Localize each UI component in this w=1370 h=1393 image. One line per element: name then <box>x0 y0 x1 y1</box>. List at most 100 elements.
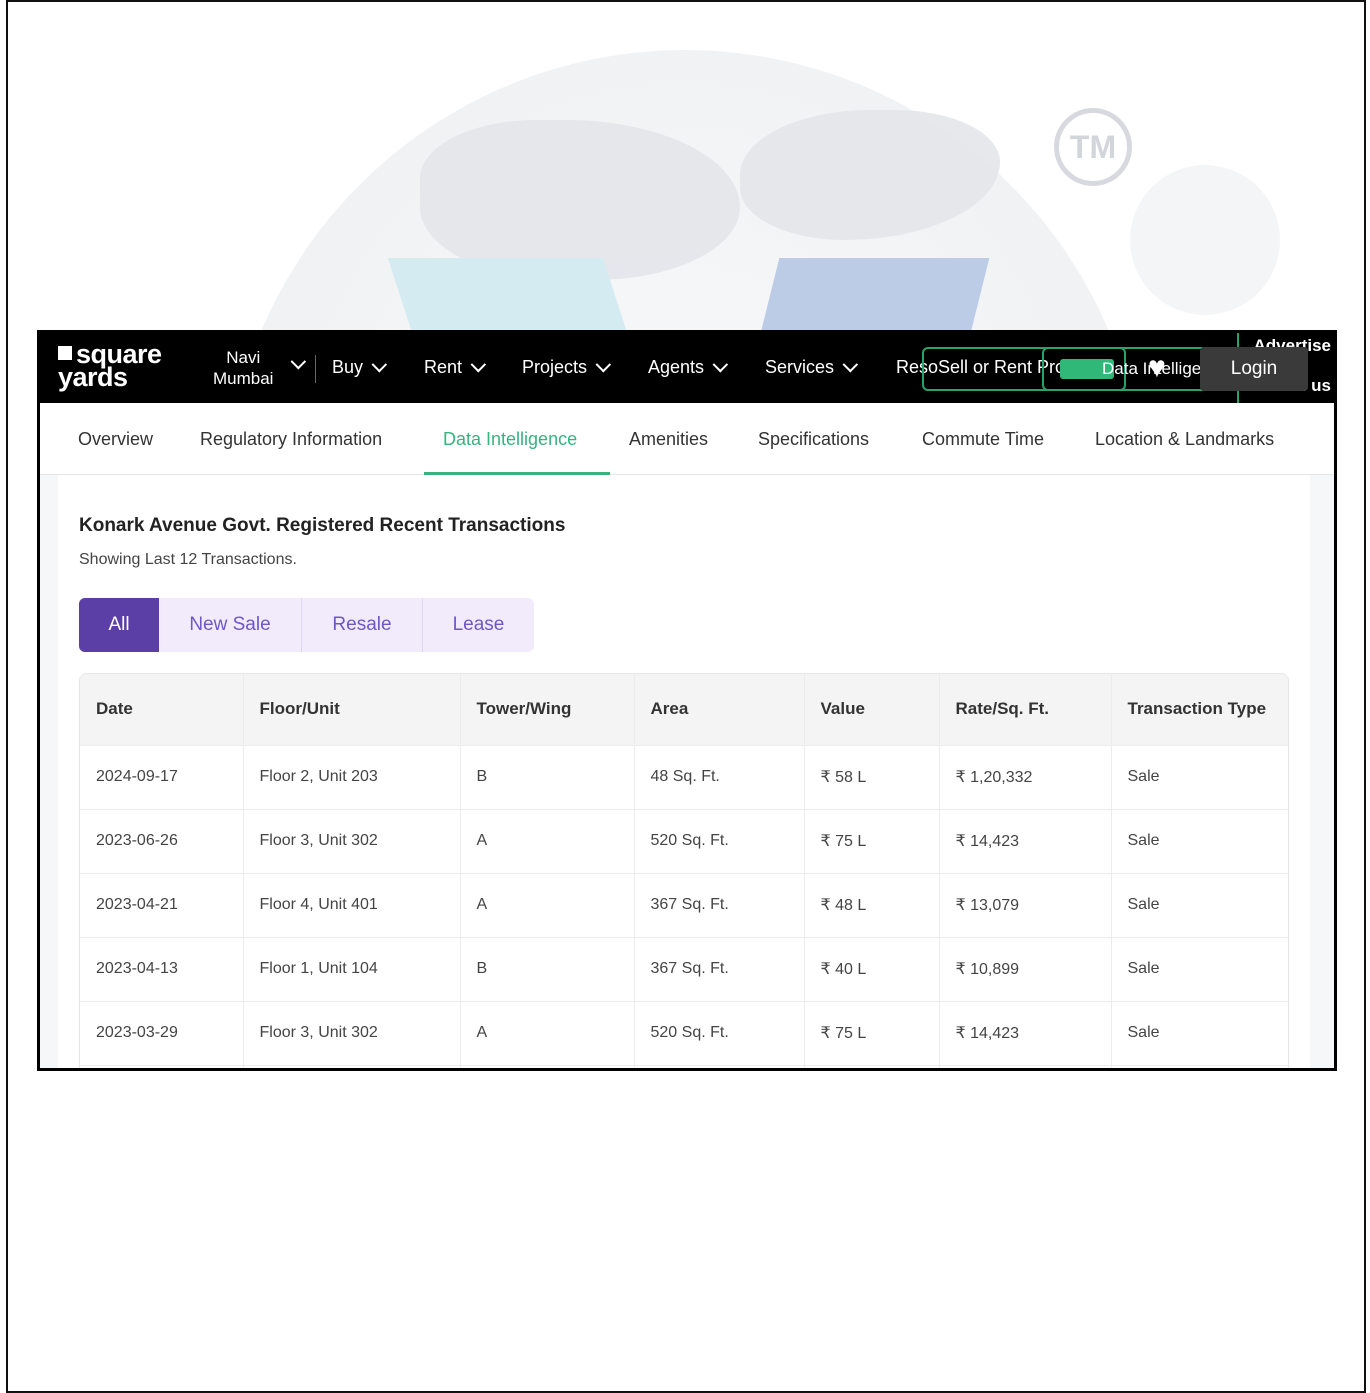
column-header: Tower/Wing <box>460 674 635 746</box>
transactions-title: Konark Avenue Govt. Registered Recent Tr… <box>79 515 566 536</box>
cell-tower-wing: A <box>460 873 635 938</box>
tab-regulatory-information[interactable]: Regulatory Information <box>200 429 382 450</box>
table-row: 2023-04-13 Floor 1, Unit 104 B 367 Sq. F… <box>80 937 1288 1002</box>
logo-square-icon <box>58 346 72 360</box>
tab-amenities[interactable]: Amenities <box>629 429 708 450</box>
transactions-table: Date Floor/Unit Tower/Wing Area Value Ra… <box>79 673 1289 1068</box>
logo-line2: yards <box>58 362 128 392</box>
cell-date: 2023-03-29 <box>80 1001 244 1066</box>
section-tabs: Overview Regulatory Information Data Int… <box>40 403 1334 475</box>
transactions-card: Konark Avenue Govt. Registered Recent Tr… <box>58 475 1310 1068</box>
tab-commute-time[interactable]: Commute Time <box>922 429 1044 450</box>
column-header: Date <box>80 674 244 746</box>
nav-label: Agents <box>648 357 705 377</box>
cell-area: 48 Sq. Ft. <box>634 745 805 810</box>
cell-area: 367 Sq. Ft. <box>634 937 805 1002</box>
tab-specifications[interactable]: Specifications <box>758 429 869 450</box>
city-line2: Mumbai <box>213 369 274 388</box>
cell-tower-wing: B <box>460 937 635 1002</box>
cell-rate <box>939 1065 1112 1068</box>
cell-transaction-type: Sale <box>1111 809 1288 874</box>
filter-new-sale[interactable]: New Sale <box>159 598 302 652</box>
tab-location-landmarks[interactable]: Location & Landmarks <box>1095 429 1274 450</box>
cell-value <box>804 1065 940 1068</box>
cell-value: ₹ 75 L <box>804 809 940 874</box>
nav-label: Projects <box>522 357 588 377</box>
cell-rate: ₹ 14,423 <box>939 809 1112 874</box>
top-navbar: square yards Navi Mumbai Buy Rent Projec… <box>40 333 1334 413</box>
cell-tower-wing: A <box>460 1001 635 1066</box>
cell-area: 520 Sq. Ft. <box>634 1001 805 1066</box>
column-header: Transaction Type <box>1111 674 1288 746</box>
cell-floor-unit: Floor 3, Unit 302 <box>243 809 461 874</box>
column-header: Area <box>634 674 805 746</box>
cell-transaction-type <box>1111 1065 1288 1068</box>
login-button[interactable]: Login <box>1200 347 1308 391</box>
filter-all[interactable]: All <box>79 598 159 652</box>
cell-date: 2023-06-26 <box>80 809 244 874</box>
tab-data-intelligence[interactable]: Data Intelligence <box>443 429 577 450</box>
cell-rate: ₹ 14,423 <box>939 1001 1112 1066</box>
cell-transaction-type: Sale <box>1111 873 1288 938</box>
cell-value: ₹ 58 L <box>804 745 940 810</box>
cell-floor-unit: Floor 3, Unit 302 <box>243 1001 461 1066</box>
cell-tower-wing <box>460 1065 635 1068</box>
cell-floor-unit: Floor 4, Unit 401 <box>243 873 461 938</box>
chevron-down-icon <box>470 356 487 373</box>
table-row <box>80 1065 1288 1068</box>
watermark-shape <box>387 258 628 333</box>
cell-area: 367 Sq. Ft. <box>634 873 805 938</box>
heart-icon[interactable]: ♥ <box>1148 353 1166 383</box>
cell-date <box>80 1065 244 1068</box>
cell-rate: ₹ 13,079 <box>939 873 1112 938</box>
screenshot-panel: square yards Navi Mumbai Buy Rent Projec… <box>37 330 1337 1071</box>
table-row: 2023-04-21 Floor 4, Unit 401 A 367 Sq. F… <box>80 873 1288 938</box>
cell-floor-unit: Floor 2, Unit 203 <box>243 745 461 810</box>
square-yards-logo[interactable]: square yards <box>58 341 162 392</box>
city-line1: Navi <box>226 348 261 367</box>
divider <box>315 355 316 383</box>
cell-rate: ₹ 10,899 <box>939 937 1112 1002</box>
chevron-down-icon <box>842 356 859 373</box>
nav-label: Buy <box>332 357 364 377</box>
city-selector[interactable]: Navi Mumbai <box>213 347 273 389</box>
nav-label: Services <box>765 357 835 377</box>
cell-date: 2024-09-17 <box>80 745 244 810</box>
column-header: Floor/Unit <box>243 674 461 746</box>
cell-value: ₹ 75 L <box>804 1001 940 1066</box>
nav-agents[interactable]: Agents <box>648 356 729 378</box>
chevron-down-icon <box>371 356 388 373</box>
nav-rent[interactable]: Rent <box>424 356 487 378</box>
cell-transaction-type: Sale <box>1111 937 1288 1002</box>
nav-services[interactable]: Services <box>765 356 859 378</box>
column-header: Value <box>804 674 940 746</box>
tab-overview[interactable]: Overview <box>78 429 153 450</box>
cell-floor-unit <box>243 1065 461 1068</box>
filter-resale[interactable]: Resale <box>302 598 423 652</box>
cell-date: 2023-04-13 <box>80 937 244 1002</box>
column-header: Rate/Sq. Ft. <box>939 674 1112 746</box>
table-header-row: Date Floor/Unit Tower/Wing Area Value Ra… <box>80 674 1288 746</box>
cell-transaction-type: Sale <box>1111 1001 1288 1066</box>
cell-date: 2023-04-21 <box>80 873 244 938</box>
filter-lease[interactable]: Lease <box>423 598 534 652</box>
cell-tower-wing: B <box>460 745 635 810</box>
chevron-down-icon <box>712 356 729 373</box>
table-row: 2024-09-17 Floor 2, Unit 203 B 48 Sq. Ft… <box>80 745 1288 810</box>
cell-transaction-type: Sale <box>1111 745 1288 810</box>
nav-label: Rent <box>424 357 463 377</box>
nav-projects[interactable]: Projects <box>522 356 612 378</box>
chevron-down-icon <box>595 356 612 373</box>
watermark-circle <box>1130 165 1280 315</box>
chevron-down-icon[interactable] <box>290 353 307 370</box>
cell-floor-unit: Floor 1, Unit 104 <box>243 937 461 1002</box>
cell-tower-wing: A <box>460 809 635 874</box>
table-row: 2023-06-26 Floor 3, Unit 302 A 520 Sq. F… <box>80 809 1288 874</box>
nav-buy[interactable]: Buy <box>332 356 388 378</box>
transaction-filter-group: All New Sale Resale Lease <box>79 598 534 652</box>
transactions-subtitle: Showing Last 12 Transactions. <box>79 551 297 568</box>
cell-value: ₹ 40 L <box>804 937 940 1002</box>
watermark-shape <box>760 258 990 333</box>
cell-rate: ₹ 1,20,332 <box>939 745 1112 810</box>
table-row: 2023-03-29 Floor 3, Unit 302 A 520 Sq. F… <box>80 1001 1288 1066</box>
